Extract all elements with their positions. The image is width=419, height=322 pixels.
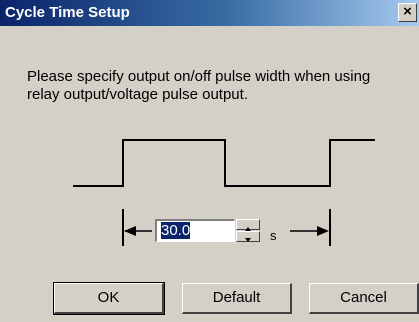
spin-up-button[interactable] [236, 219, 260, 231]
cycle-time-input[interactable]: 30.0 [155, 219, 235, 242]
right-arrowhead [317, 226, 329, 236]
cycle-time-value: 30.0 [161, 222, 191, 239]
cycle-time-unit: s [270, 228, 277, 243]
cancel-button[interactable]: Cancel [309, 283, 419, 314]
cycle-time-value-wrap: 30.0 [161, 222, 191, 240]
left-arrowhead [124, 226, 136, 236]
pulse-waveform [73, 139, 375, 187]
spin-down-button[interactable] [236, 231, 260, 242]
down-arrow-icon [245, 238, 251, 242]
ok-button[interactable]: OK [53, 282, 165, 315]
pulse-diagram [73, 139, 375, 246]
cycle-time-spinner [236, 219, 260, 242]
default-button[interactable]: Default [182, 283, 292, 314]
